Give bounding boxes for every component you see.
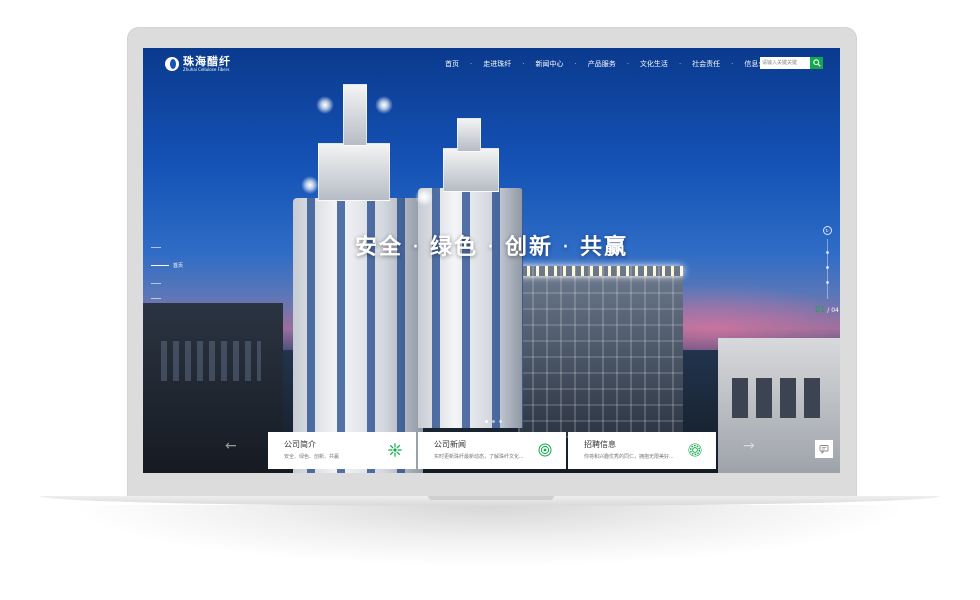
site-logo[interactable]: 珠海醋纤 Zhuhai Cellulose Fibers <box>165 56 231 72</box>
refresh-icon[interactable]: ↻ <box>822 226 832 235</box>
website-screen: 珠海醋纤 Zhuhai Cellulose Fibers 首页 · 走进珠纤 ·… <box>143 48 840 473</box>
card-desc: 安全、绿色、创新、共赢 <box>284 454 340 460</box>
nav-separator: · <box>731 60 734 68</box>
nav-item-culture[interactable]: 文化生活 <box>640 59 668 69</box>
nav-separator: · <box>626 60 629 68</box>
search-button[interactable] <box>810 57 823 69</box>
hero-slogan: 安全 · 绿色 · 创新 · 共赢 <box>143 229 840 261</box>
target-icon <box>538 443 552 457</box>
logo-name-en: Zhuhai Cellulose Fibers <box>183 67 230 72</box>
card-desc: 你将和兴趣优秀的同仁，拥抱无限美好... <box>584 454 674 460</box>
card-desc: 实时更新珠纤最新动态，了解珠纤文化... <box>434 454 524 460</box>
feature-card-company-news[interactable]: 公司新闻 实时更新珠纤最新动态，了解珠纤文化... <box>418 432 566 469</box>
light-flare <box>415 188 433 206</box>
silo-tower-small-stack <box>457 118 481 152</box>
side-nav-line[interactable] <box>151 298 161 299</box>
pager-count: 01 / 04 <box>815 305 839 314</box>
silo-tower-small-top <box>443 148 499 192</box>
feature-card-company-profile[interactable]: 公司简介 安全、绿色、创新、共赢 <box>268 432 416 469</box>
logo-name-cn: 珠海醋纤 <box>183 55 231 68</box>
logo-mark-icon <box>165 57 179 71</box>
carousel-dot[interactable] <box>499 420 502 423</box>
nav-separator: · <box>678 60 682 68</box>
side-section-nav: 首页 <box>151 247 183 313</box>
gear-icon <box>688 443 702 457</box>
side-nav-active-label: 首页 <box>173 263 184 269</box>
silo-tower-large-stack <box>343 84 367 146</box>
light-flare <box>375 96 393 114</box>
arrow-left-icon[interactable]: ← <box>225 439 237 453</box>
chat-icon <box>819 445 829 454</box>
nav-item-home[interactable]: 首页 <box>445 59 459 69</box>
side-nav-active-line <box>151 265 169 266</box>
side-nav-active[interactable]: 首页 <box>151 262 183 269</box>
pager-dot[interactable] <box>825 266 829 269</box>
nav-item-about[interactable]: 走进珠纤 <box>483 59 511 69</box>
search-box <box>760 57 823 69</box>
pager-dot[interactable] <box>825 281 829 284</box>
arrow-right-icon[interactable]: → <box>743 439 755 453</box>
feature-cards: 公司简介 安全、绿色、创新、共赢 公司新闻 实时更新珠纤最新动态，了解珠纤文化.… <box>268 432 718 469</box>
slogan-dot: · <box>562 235 572 260</box>
slogan-dot: · <box>487 235 496 260</box>
slogan-word: 创新 <box>505 235 554 260</box>
carousel-dots <box>483 420 504 423</box>
side-nav-line[interactable] <box>151 283 161 284</box>
site-header: 珠海醋纤 Zhuhai Cellulose Fibers 首页 · 走进珠纤 ·… <box>143 48 840 80</box>
nav-separator: · <box>522 60 525 68</box>
slogan-word: 安全 <box>354 235 403 260</box>
sun-burst-icon <box>388 443 402 457</box>
search-input[interactable] <box>760 57 810 69</box>
light-flare <box>301 176 319 194</box>
laptop-shadow <box>80 505 900 565</box>
nav-separator: · <box>574 60 577 68</box>
mockup-stage: 珠海醋纤 Zhuhai Cellulose Fibers 首页 · 走进珠纤 ·… <box>0 0 980 600</box>
slide-pager: ↻ 01 / 04 <box>815 226 839 314</box>
carousel-dot[interactable] <box>492 420 495 423</box>
silo-tower-small <box>418 188 523 428</box>
nav-item-responsibility[interactable]: 社会责任 <box>692 59 720 69</box>
light-flare <box>316 96 334 114</box>
laptop-notch <box>428 496 554 500</box>
pager-dot[interactable] <box>825 251 829 254</box>
slogan-word: 共赢 <box>580 235 629 260</box>
slogan-dot: · <box>411 235 421 260</box>
carousel-dot[interactable] <box>485 420 488 423</box>
feature-card-recruitment[interactable]: 招聘信息 你将和兴趣优秀的同仁，拥抱无限美好... <box>568 432 716 469</box>
side-nav-line[interactable] <box>151 247 161 248</box>
pipe-rack-structure <box>518 266 683 438</box>
silo-tower-large-top <box>318 143 390 201</box>
main-nav: 首页 · 走进珠纤 · 新闻中心 · 产品服务 · 文化生活 · 社会责任 · … <box>445 59 772 69</box>
pager-track <box>825 239 829 299</box>
factory-building-left <box>143 303 283 473</box>
nav-separator: · <box>470 60 473 68</box>
search-icon <box>812 59 821 67</box>
logo-text: 珠海醋纤 Zhuhai Cellulose Fibers <box>183 56 231 72</box>
slogan-word: 绿色 <box>429 235 478 260</box>
chat-button[interactable] <box>815 440 833 458</box>
pager-total: / 04 <box>827 307 839 314</box>
nav-item-products[interactable]: 产品服务 <box>588 59 616 69</box>
nav-item-news[interactable]: 新闻中心 <box>535 59 563 69</box>
pager-current: 01 <box>815 305 826 314</box>
